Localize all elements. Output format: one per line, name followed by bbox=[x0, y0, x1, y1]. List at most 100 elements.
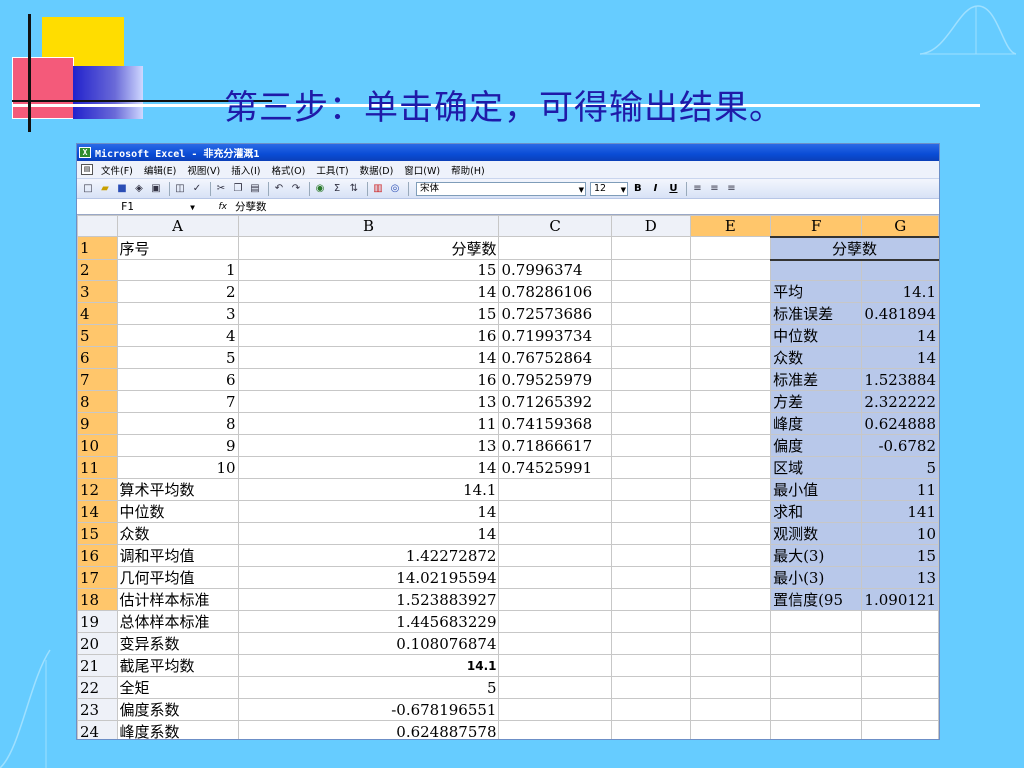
cell-f[interactable]: 求和 bbox=[770, 500, 863, 524]
row-header[interactable]: 6 bbox=[77, 346, 118, 370]
cell-b[interactable]: 14 bbox=[237, 346, 500, 370]
column-header-c[interactable]: C bbox=[498, 215, 612, 237]
cell-d[interactable] bbox=[610, 500, 691, 524]
column-header-d[interactable]: D bbox=[610, 215, 691, 237]
cell-a[interactable]: 8 bbox=[116, 412, 239, 436]
cell-a[interactable]: 偏度系数 bbox=[116, 698, 239, 722]
cell-d[interactable] bbox=[610, 478, 691, 502]
save-icon[interactable]: ■ bbox=[115, 182, 129, 195]
menu-tools[interactable]: 工具(T) bbox=[316, 163, 348, 177]
cell-e[interactable] bbox=[689, 258, 772, 282]
row-header[interactable]: 22 bbox=[77, 676, 118, 700]
cell-b[interactable]: 14.02195594 bbox=[237, 566, 500, 590]
cell-c[interactable]: 0.74525991 bbox=[498, 456, 612, 480]
cell-a[interactable]: 序号 bbox=[116, 236, 239, 260]
cell-e[interactable] bbox=[689, 324, 772, 348]
cell-c[interactable] bbox=[498, 654, 612, 678]
menu-format[interactable]: 格式(O) bbox=[271, 163, 305, 177]
cell-f[interactable]: 分孽数 bbox=[770, 235, 939, 261]
underline-button[interactable]: U bbox=[669, 183, 677, 194]
cell-a[interactable]: 10 bbox=[116, 456, 239, 480]
cell-f[interactable]: 标准差 bbox=[770, 368, 863, 392]
window-titlebar[interactable]: X Microsoft Excel - 非充分灌溉1 bbox=[77, 144, 939, 161]
cell-f[interactable]: 平均 bbox=[770, 280, 863, 304]
cell-f[interactable]: 最小值 bbox=[770, 478, 863, 502]
cell-f[interactable] bbox=[770, 676, 863, 700]
cut-icon[interactable]: ✂ bbox=[214, 182, 228, 195]
cell-f[interactable]: 区域 bbox=[770, 456, 863, 480]
paste-icon[interactable]: ▤ bbox=[248, 182, 262, 195]
cell-e[interactable] bbox=[689, 544, 772, 568]
undo-icon[interactable]: ↶ bbox=[272, 182, 286, 195]
cell-c[interactable]: 0.79525979 bbox=[498, 368, 612, 392]
cell-g[interactable] bbox=[861, 632, 939, 656]
cell-a[interactable]: 5 bbox=[116, 346, 239, 370]
row-header[interactable]: 11 bbox=[77, 456, 118, 480]
cell-f[interactable]: 观测数 bbox=[770, 522, 863, 546]
cell-a[interactable]: 峰度系数 bbox=[116, 720, 239, 739]
cell-d[interactable] bbox=[610, 434, 691, 458]
cell-d[interactable] bbox=[610, 544, 691, 568]
cell-a[interactable]: 总体样本标准 bbox=[116, 610, 239, 634]
cell-g[interactable]: -0.6782 bbox=[861, 434, 939, 458]
cell-e[interactable] bbox=[689, 698, 772, 722]
cell-c[interactable] bbox=[498, 544, 612, 568]
cell-a[interactable]: 估计样本标准 bbox=[116, 588, 239, 612]
cell-d[interactable] bbox=[610, 346, 691, 370]
cell-b[interactable]: 1.445683229 bbox=[237, 610, 500, 634]
cell-e[interactable] bbox=[689, 280, 772, 304]
cell-a[interactable]: 1 bbox=[116, 258, 239, 282]
select-all-corner[interactable] bbox=[77, 215, 118, 237]
cell-g[interactable] bbox=[861, 654, 939, 678]
cell-e[interactable] bbox=[689, 456, 772, 480]
cell-a[interactable]: 全矩 bbox=[116, 676, 239, 700]
cell-f[interactable] bbox=[770, 632, 863, 656]
cell-a[interactable]: 众数 bbox=[116, 522, 239, 546]
cell-d[interactable] bbox=[610, 258, 691, 282]
cell-c[interactable]: 0.7996374 bbox=[498, 258, 612, 282]
cell-b[interactable]: 14 bbox=[237, 500, 500, 524]
cell-b[interactable]: 16 bbox=[237, 368, 500, 392]
cell-c[interactable] bbox=[498, 500, 612, 524]
cell-b[interactable]: 15 bbox=[237, 258, 500, 282]
cell-f[interactable]: 置信度(95 bbox=[770, 588, 863, 612]
hyperlink-icon[interactable]: ◉ bbox=[313, 182, 327, 195]
cell-d[interactable] bbox=[610, 676, 691, 700]
row-header[interactable]: 8 bbox=[77, 390, 118, 414]
cell-e[interactable] bbox=[689, 302, 772, 326]
italic-button[interactable]: I bbox=[654, 183, 658, 194]
row-header[interactable]: 5 bbox=[77, 324, 118, 348]
print-preview-icon[interactable]: ◫ bbox=[173, 182, 187, 195]
cell-c[interactable] bbox=[498, 610, 612, 634]
cell-b[interactable]: 14.1 bbox=[237, 654, 500, 678]
cell-c[interactable] bbox=[498, 632, 612, 656]
cell-c[interactable] bbox=[498, 478, 612, 502]
new-icon[interactable]: □ bbox=[81, 182, 95, 195]
menu-data[interactable]: 数据(D) bbox=[360, 163, 394, 177]
cell-e[interactable] bbox=[689, 390, 772, 414]
cell-d[interactable] bbox=[610, 632, 691, 656]
cell-d[interactable] bbox=[610, 236, 691, 260]
row-header[interactable]: 15 bbox=[77, 522, 118, 546]
cell-f[interactable]: 方差 bbox=[770, 390, 863, 414]
cell-g[interactable]: 0.624888 bbox=[861, 412, 939, 436]
cell-e[interactable] bbox=[689, 368, 772, 392]
cell-a[interactable]: 几何平均值 bbox=[116, 566, 239, 590]
document-icon[interactable]: ▤ bbox=[81, 164, 93, 175]
cell-e[interactable] bbox=[689, 522, 772, 546]
cell-b[interactable]: 15 bbox=[237, 302, 500, 326]
cell-d[interactable] bbox=[610, 522, 691, 546]
cell-c[interactable]: 0.71866617 bbox=[498, 434, 612, 458]
cell-g[interactable]: 14 bbox=[861, 346, 939, 370]
cell-e[interactable] bbox=[689, 346, 772, 370]
menu-insert[interactable]: 插入(I) bbox=[231, 163, 260, 177]
cell-f[interactable]: 标准误差 bbox=[770, 302, 863, 326]
cell-d[interactable] bbox=[610, 456, 691, 480]
cell-g[interactable]: 5 bbox=[861, 456, 939, 480]
menu-edit[interactable]: 编辑(E) bbox=[144, 163, 176, 177]
cell-c[interactable] bbox=[498, 698, 612, 722]
cell-c[interactable]: 0.71993734 bbox=[498, 324, 612, 348]
cell-a[interactable]: 3 bbox=[116, 302, 239, 326]
cell-b[interactable]: 1.42272872 bbox=[237, 544, 500, 568]
spelling-icon[interactable]: ✓ bbox=[190, 182, 204, 195]
